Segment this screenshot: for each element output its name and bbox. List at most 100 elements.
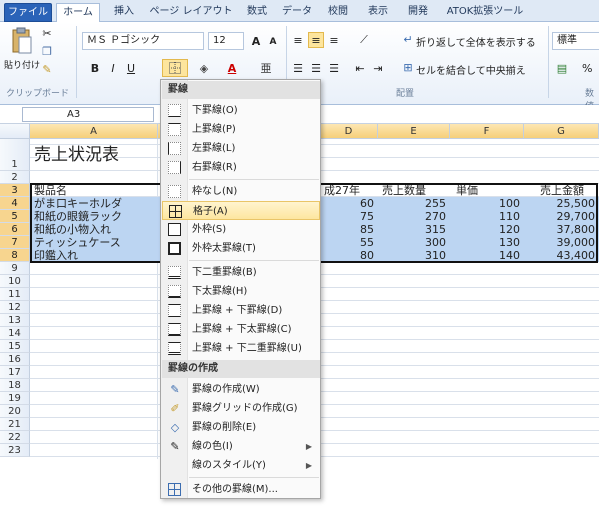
row-header[interactable]: 9 [0,262,30,275]
column-header-g[interactable]: G [524,124,599,139]
select-all-corner[interactable] [0,124,30,139]
column-header-e[interactable]: E [378,124,450,139]
left-border-icon [168,142,181,155]
menu-item-thick-bottom-border[interactable]: 下太罫線(H) [162,282,320,301]
cut-icon[interactable]: ✂ [40,26,54,40]
tab-formulas[interactable]: 数式 [240,3,274,22]
borders-dropdown-menu: 罫線 下罫線(O) 上罫線(P) 左罫線(L) 右罫線(R) 枠なし(N) 格子… [160,79,321,499]
top-border-icon [168,123,181,136]
row-header[interactable]: 10 [0,275,30,288]
menu-item-outside-borders[interactable]: 外枠(S) [162,220,320,239]
row-header[interactable]: 3 [0,184,30,197]
wrap-text-icon[interactable]: ↵ [402,32,414,46]
column-header-f[interactable]: F [450,124,524,139]
row-header[interactable]: 6 [0,223,30,236]
menu-item-line-style[interactable]: 線のスタイル(Y) ▶ [162,456,320,475]
decrease-indent-icon[interactable]: ⇤ [352,60,368,76]
right-border-icon [168,161,181,174]
thick-bottom-border-icon [168,285,181,298]
menu-item-erase-border[interactable]: ◇ 罫線の削除(E) [162,418,320,437]
row-header[interactable]: 5 [0,210,30,223]
row-header[interactable]: 7 [0,236,30,249]
increase-indent-icon[interactable]: ⇥ [370,60,386,76]
percent-button[interactable]: % [582,62,592,75]
menu-item-draw-border-grid[interactable]: ✐ 罫線グリッドの作成(G) [162,399,320,418]
wrap-text-label[interactable]: 折り返して全体を表示する [416,34,536,49]
row-header[interactable]: 16 [0,353,30,366]
menu-divider [189,179,319,180]
row-header[interactable]: 22 [0,431,30,444]
menu-item-all-borders[interactable]: 格子(A) [162,201,320,220]
row-header[interactable]: 19 [0,392,30,405]
column-header-a[interactable]: A [30,124,158,139]
tab-review[interactable]: 校閲 [320,3,356,22]
ribbon-separator [548,26,549,98]
tab-data[interactable]: データ [278,3,316,22]
menu-item-top-thick-bottom-border[interactable]: 上罫線 + 下太罫線(C) [162,320,320,339]
accounting-format-icon[interactable]: ▤ [552,60,572,76]
row-header[interactable]: 2 [0,171,30,184]
tab-insert[interactable]: 挿入 [106,3,142,22]
menu-item-right-border[interactable]: 右罫線(R) [162,158,320,177]
row-header[interactable]: 21 [0,418,30,431]
row-header[interactable]: 14 [0,327,30,340]
shrink-font-icon[interactable]: A [266,35,280,49]
row-header[interactable]: 23 [0,444,30,457]
menu-item-draw-border[interactable]: ✎ 罫線の作成(W) [162,380,320,399]
row-header[interactable]: 15 [0,340,30,353]
menu-item-top-border[interactable]: 上罫線(P) [162,120,320,139]
menu-item-thick-box-border[interactable]: 外枠太罫線(T) [162,239,320,258]
align-middle-icon[interactable]: ≡ [308,32,324,48]
orientation-icon[interactable]: ⟋ [356,32,372,48]
tab-home[interactable]: ホーム [56,3,100,23]
menu-item-no-border[interactable]: 枠なし(N) [162,182,320,201]
menu-item-bottom-double-border[interactable]: 下二重罫線(B) [162,263,320,282]
menu-item-line-color[interactable]: ✎ 線の色(I) ▶ [162,437,320,456]
align-bottom-icon[interactable]: ≡ [326,32,342,48]
menu-item-more-borders[interactable]: その他の罫線(M)... [162,480,320,499]
row-header[interactable]: 13 [0,314,30,327]
paste-button-label[interactable]: 貼り付け [4,58,40,71]
row-header[interactable]: 12 [0,301,30,314]
menu-item-left-border[interactable]: 左罫線(L) [162,139,320,158]
fill-color-icon[interactable]: ◈ [196,60,212,76]
tab-developer[interactable]: 開発 [400,3,436,22]
row-header[interactable]: 1 [0,139,30,171]
row-header[interactable]: 20 [0,405,30,418]
number-format-box[interactable]: 標準 [552,32,599,50]
menu-item-top-double-bottom-border[interactable]: 上罫線 + 下二重罫線(U) [162,339,320,358]
menu-item-bottom-border[interactable]: 下罫線(O) [162,101,320,120]
bottom-double-border-icon [168,266,181,279]
tab-file[interactable]: ファイル [4,3,52,22]
phonetic-icon[interactable]: 亜 [258,60,274,76]
align-left-icon[interactable]: ☰ [290,60,306,76]
grow-font-icon[interactable]: A [248,33,264,49]
font-color-icon[interactable]: A [224,60,240,76]
italic-icon[interactable]: I [106,60,120,76]
align-right-icon[interactable]: ☰ [326,60,342,76]
row-header[interactable]: 8 [0,249,30,262]
line-color-icon: ✎ [170,439,180,453]
merge-center-icon[interactable]: ⊞ [402,60,414,74]
underline-icon[interactable]: U [124,60,138,76]
row-header[interactable]: 4 [0,197,30,210]
row-header[interactable]: 18 [0,379,30,392]
font-name-box[interactable]: ＭＳ Ｐゴシック [82,32,204,50]
merge-center-label[interactable]: セルを結合して中央揃え [416,62,526,77]
copy-icon[interactable]: ❐ [40,44,54,58]
menu-item-top-bottom-border[interactable]: 上罫線 + 下罫線(D) [162,301,320,320]
tab-page-layout[interactable]: ページ レイアウト [146,3,236,22]
row-header[interactable]: 17 [0,366,30,379]
align-top-icon[interactable]: ≡ [290,32,306,48]
bold-icon[interactable]: B [88,60,102,76]
tab-view[interactable]: 表示 [360,3,396,22]
tab-atok[interactable]: ATOK拡張ツール [440,3,530,22]
format-painter-icon[interactable]: ✎ [40,62,54,76]
font-size-box[interactable]: 12 [208,32,244,50]
column-header-d[interactable]: D [320,124,378,139]
paste-icon[interactable] [8,26,36,56]
borders-button[interactable] [162,59,188,77]
align-center-icon[interactable]: ☰ [308,60,324,76]
row-header[interactable]: 11 [0,288,30,301]
name-box[interactable]: A3 [22,107,154,122]
